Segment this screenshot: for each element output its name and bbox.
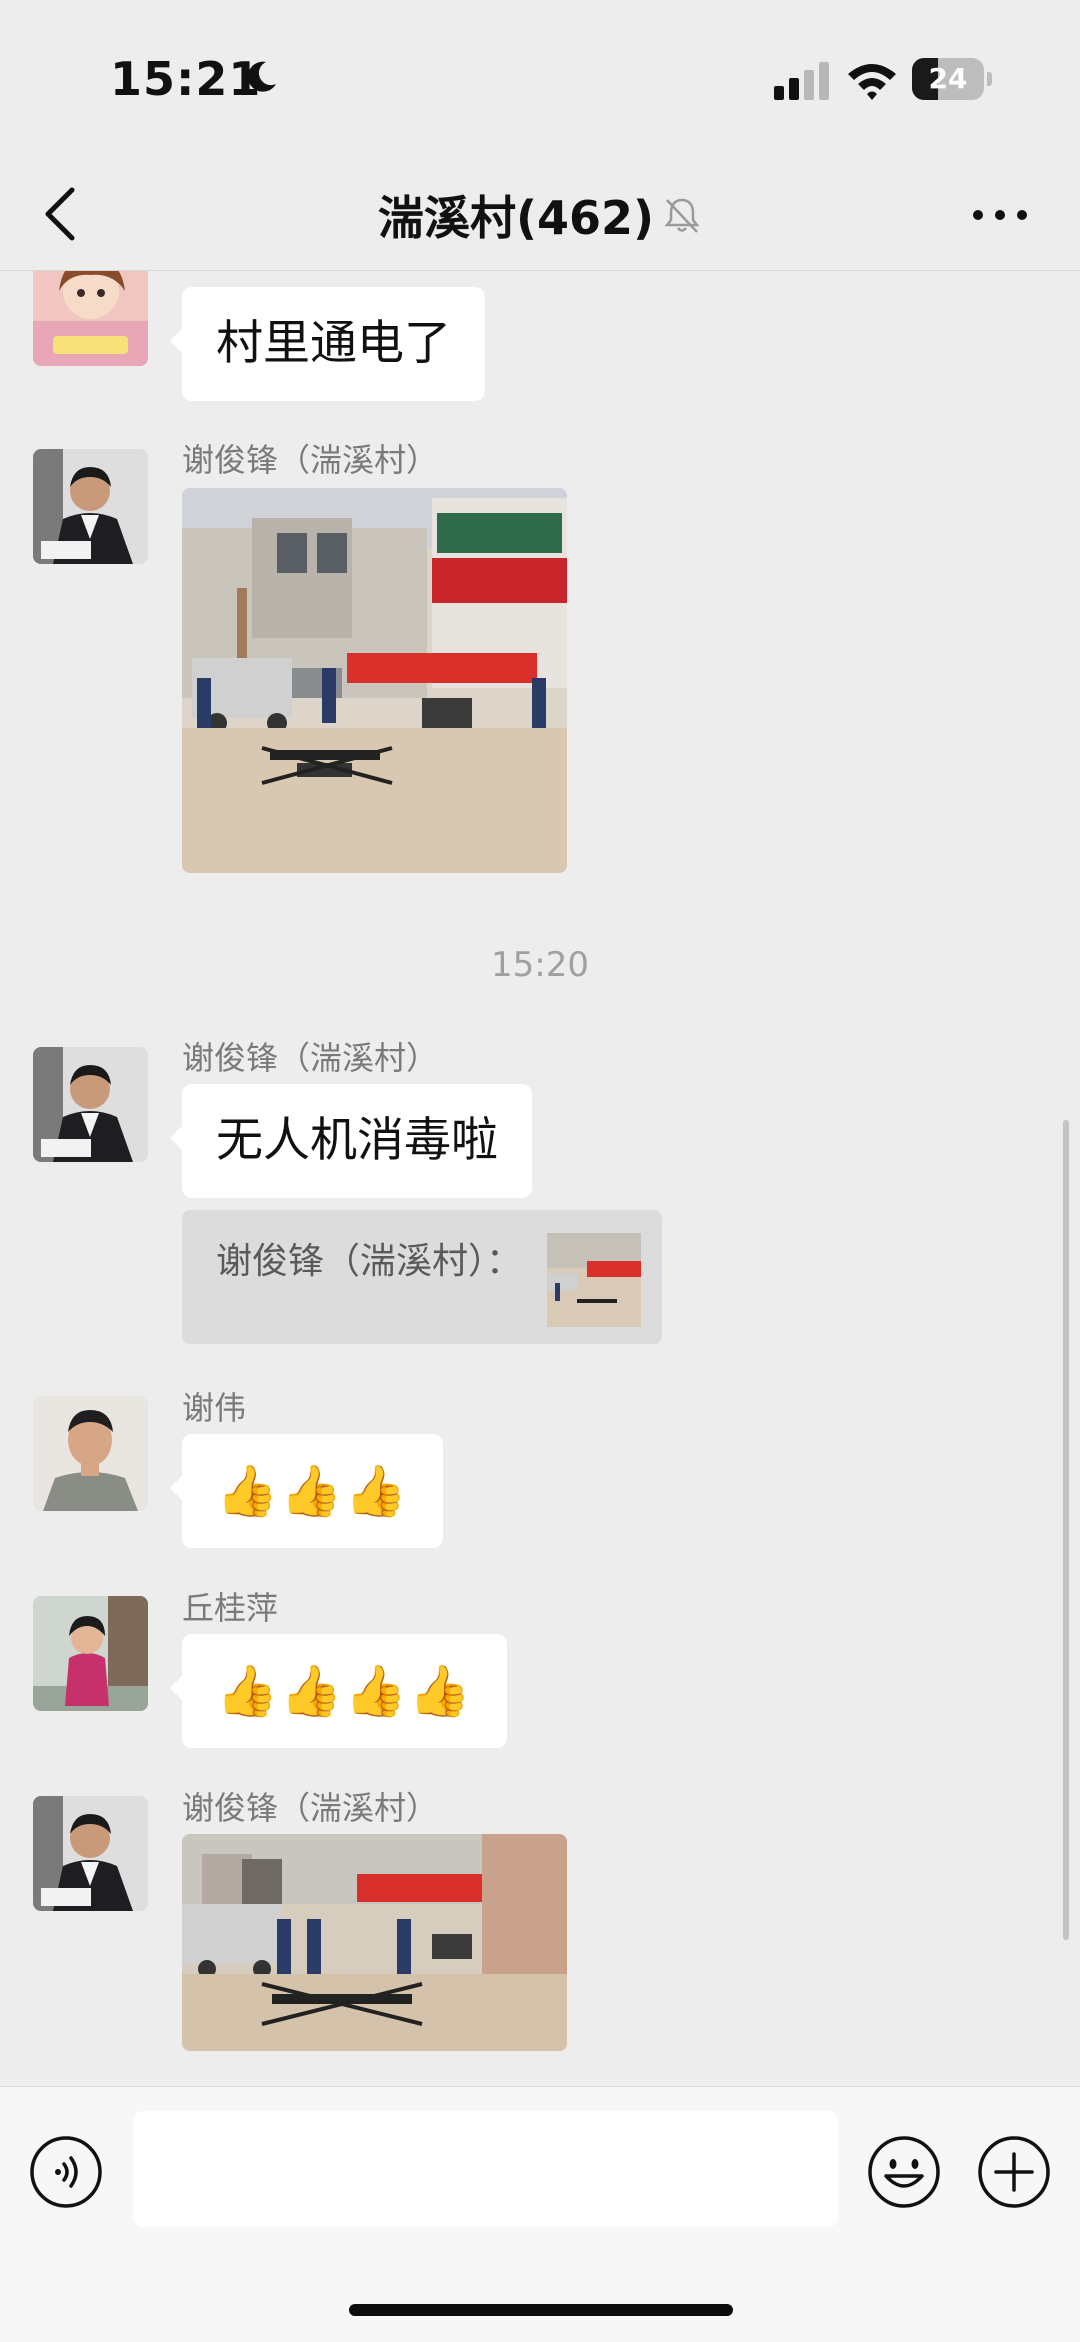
message-bubble[interactable]: 无人机消毒啦: [170, 1084, 532, 1198]
message-sender: 谢俊锋（湍溪村）: [182, 441, 439, 479]
nav-bar: 湍溪村(462): [0, 160, 1080, 271]
mute-bell-icon: [664, 198, 700, 233]
avatar[interactable]: [33, 1796, 148, 1911]
chat-messages[interactable]: 村里通电了 谢俊锋（湍溪村） 15:20 谢俊锋（湍溪村） 无人机消毒啦 谢俊锋…: [0, 271, 1080, 2085]
avatar-cartoon-girl-icon: [33, 271, 148, 366]
message-photo-drone-street[interactable]: [182, 488, 567, 873]
chat-title: 湍溪村(462): [377, 191, 655, 245]
avatar[interactable]: [33, 271, 148, 366]
plus-icon[interactable]: [976, 2134, 1052, 2210]
moon-icon: [247, 61, 276, 92]
quoted-photo-thumbnail: [547, 1233, 641, 1327]
wifi-icon: [848, 64, 896, 100]
chat-title-container[interactable]: 湍溪村(462): [0, 160, 1080, 270]
photo-drone-workers: [182, 1834, 567, 2051]
avatar-man-icon: [33, 1396, 148, 1511]
message-bubble[interactable]: 👍👍👍👍: [169, 1634, 508, 1748]
message-sender: 谢伟: [182, 1389, 247, 1427]
message-sender: 丘桂萍: [182, 1589, 279, 1627]
photo-drone-disinfection: [182, 488, 567, 873]
battery-level: 24: [928, 62, 968, 95]
message-bubble[interactable]: 👍👍👍: [170, 1434, 443, 1548]
message-timestamp: 15:20: [491, 945, 589, 985]
avatar-man-suit-icon: [33, 449, 148, 564]
avatar[interactable]: [33, 1396, 148, 1511]
quoted-message-text: 谢俊锋（湍溪村）：: [216, 1241, 523, 1282]
avatar[interactable]: [33, 449, 148, 564]
message-photo-drone-workers[interactable]: [182, 1834, 567, 2051]
avatar-man-suit-icon: [33, 1047, 148, 1162]
status-time: 15:21: [110, 52, 262, 106]
battery-icon: 24: [912, 58, 992, 100]
message-bubble[interactable]: 村里通电了: [170, 287, 485, 401]
voice-icon[interactable]: [28, 2134, 104, 2210]
home-indicator[interactable]: [349, 2304, 733, 2316]
scrollbar[interactable]: [1063, 1120, 1069, 1940]
quoted-message[interactable]: 谢俊锋（湍溪村）：: [182, 1210, 662, 1344]
status-bar: 15:21 24: [0, 0, 1080, 160]
avatar[interactable]: [33, 1596, 148, 1711]
cellular-signal-icon: [774, 62, 829, 100]
message-sender: 谢俊锋（湍溪村）: [182, 1039, 439, 1077]
avatar-man-suit-icon: [33, 1796, 148, 1911]
message-input[interactable]: [133, 2111, 838, 2227]
more-icon[interactable]: [970, 200, 1030, 230]
avatar[interactable]: [33, 1047, 148, 1162]
emoji-icon[interactable]: [866, 2134, 942, 2210]
avatar-child-icon: [33, 1596, 148, 1711]
message-sender: 谢俊锋（湍溪村）: [182, 1789, 439, 1827]
input-bar: [0, 2086, 1080, 2342]
